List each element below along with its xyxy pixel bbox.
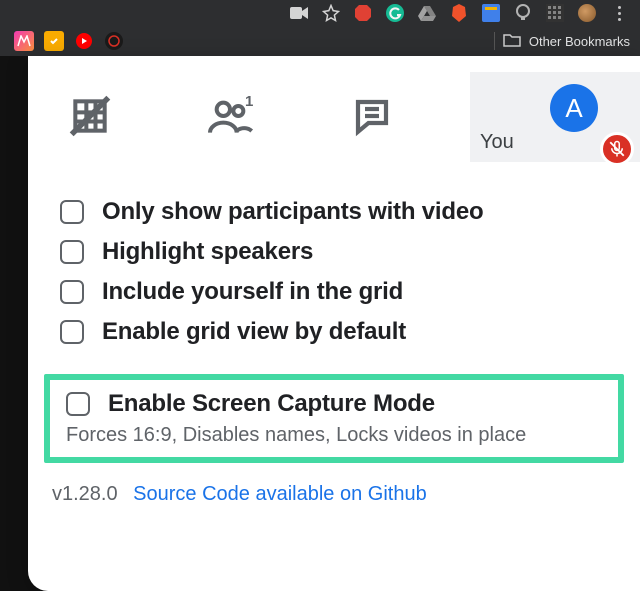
checkbox[interactable] [60,280,84,304]
bulb-icon[interactable] [514,4,532,22]
self-video-tile[interactable]: A You [470,72,640,162]
self-label: You [480,131,514,154]
bookmark-yellow[interactable] [44,31,64,51]
option-include-self[interactable]: Include yourself in the grid [60,272,616,312]
option-description: Forces 16:9, Disables names, Locks video… [66,424,610,447]
option-label: Only show participants with video [102,198,483,226]
source-link[interactable]: Source Code available on Github [133,483,427,505]
option-grid-default[interactable]: Enable grid view by default [60,312,616,352]
bookmark-ytmusic[interactable] [74,31,94,51]
bookmark-myntra[interactable] [14,31,34,51]
drive-icon[interactable] [418,4,436,22]
layout-tabs: 1 A You [28,72,640,162]
self-avatar: A [550,84,598,132]
option-highlight-speakers[interactable]: Highlight speakers [60,232,616,272]
option-label: Enable Screen Capture Mode [108,390,435,418]
option-screen-capture[interactable]: Enable Screen Capture Mode [66,388,610,420]
star-icon[interactable] [322,4,340,22]
options-list: Only show participants with video Highli… [28,162,640,352]
other-bookmarks[interactable]: Other Bookmarks [529,34,630,49]
brave-icon[interactable] [450,4,468,22]
bookmark-bar: Other Bookmarks [0,26,640,56]
grammarly-icon[interactable] [386,4,404,22]
checkbox[interactable] [66,392,90,416]
bookmark-dark[interactable] [104,31,124,51]
browser-chrome: Other Bookmarks [0,0,640,56]
bookmark-divider [494,32,495,50]
checkbox[interactable] [60,240,84,264]
checkbox[interactable] [60,320,84,344]
grid-off-icon[interactable] [62,88,118,144]
folder-icon [503,33,521,50]
chat-icon[interactable] [344,88,400,144]
screen-capture-highlight: Enable Screen Capture Mode Forces 16:9, … [44,374,624,463]
option-label: Enable grid view by default [102,318,406,346]
checkbox[interactable] [60,200,84,224]
mic-muted-icon[interactable] [600,132,634,166]
svg-text:1: 1 [245,96,253,110]
adblock-icon[interactable] [354,4,372,22]
browser-toolbar [0,0,640,26]
menu-icon[interactable] [610,4,628,22]
extension-panel: 1 A You Only show partici [28,56,640,591]
option-label: Include yourself in the grid [102,278,403,306]
footer: v1.28.0 Source Code available on Github [28,483,640,506]
dictionary-icon[interactable] [482,4,500,22]
people-icon[interactable]: 1 [202,88,258,144]
profile-avatar[interactable] [578,4,596,22]
grid-ext-icon[interactable] [546,4,564,22]
version-text: v1.28.0 [52,483,118,505]
option-label: Highlight speakers [102,238,313,266]
option-only-video[interactable]: Only show participants with video [60,192,616,232]
camera-icon[interactable] [290,4,308,22]
